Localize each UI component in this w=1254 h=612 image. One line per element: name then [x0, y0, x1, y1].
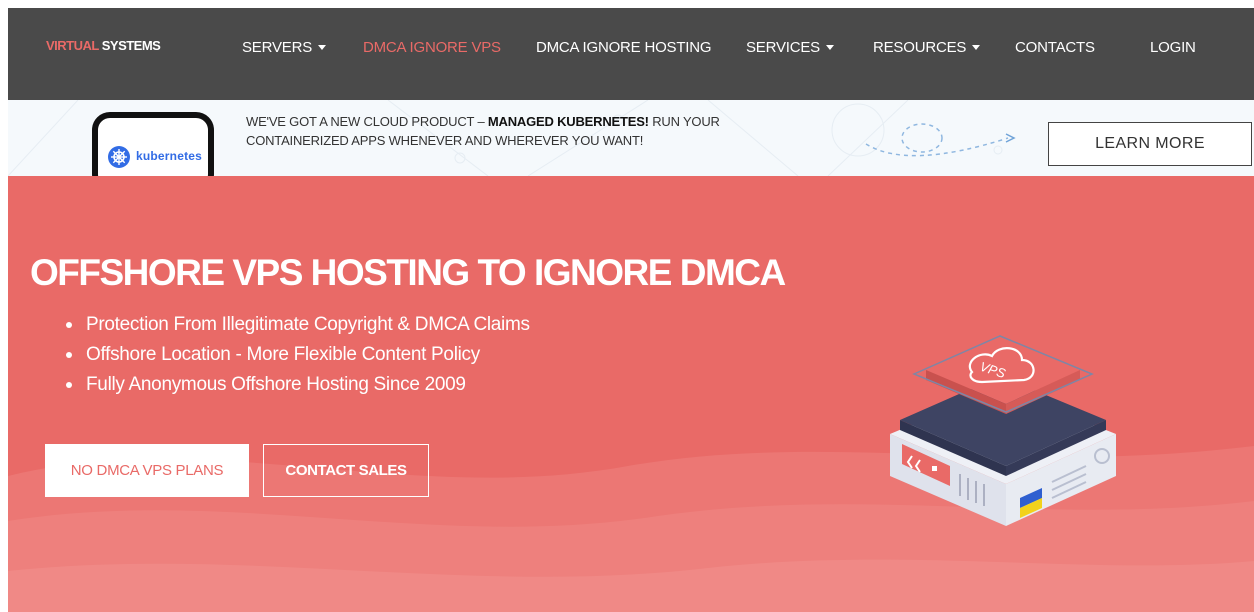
hero-feature-list: Protection From Illegitimate Copyright &… — [64, 310, 530, 400]
site-logo[interactable]: VIRTUAL SYSTEMS — [46, 38, 161, 53]
feature-item: Offshore Location - More Flexible Conten… — [64, 340, 530, 370]
page: VIRTUAL SYSTEMS SERVERS DMCA IGNORE VPS … — [8, 8, 1254, 612]
kubernetes-wheel-icon — [108, 146, 130, 168]
feature-item: Fully Anonymous Offshore Hosting Since 2… — [64, 370, 530, 400]
vps-server-illustration: VPS — [890, 335, 1116, 526]
nav-item-dmca-ignore-vps[interactable]: DMCA IGNORE VPS — [363, 39, 501, 56]
no-dmca-vps-plans-button[interactable]: NO DMCA VPS PLANS — [45, 444, 249, 497]
nav-item-resources[interactable]: RESOURCES — [873, 39, 981, 56]
kubernetes-label: kubernetes — [136, 149, 203, 163]
nav-item-contacts[interactable]: CONTACTS — [1015, 39, 1095, 56]
phone-illustration: kubernetes — [92, 112, 214, 176]
nav-item-dmca-ignore-hosting[interactable]: DMCA IGNORE HOSTING — [536, 39, 712, 56]
announcement-banner: kubernetes WE'VE GOT A NEW CLOUD PRODUCT… — [8, 100, 1254, 176]
nav-item-login[interactable]: LOGIN — [1150, 39, 1196, 56]
caret-down-icon — [826, 44, 834, 50]
contact-sales-button[interactable]: CONTACT SALES — [263, 444, 429, 497]
feature-item: Protection From Illegitimate Copyright &… — [64, 310, 530, 340]
hero-title: OFFSHORE VPS HOSTING TO IGNORE DMCA — [30, 252, 786, 293]
banner-message: WE'VE GOT A NEW CLOUD PRODUCT – MANAGED … — [246, 114, 720, 148]
hero-section: OFFSHORE VPS HOSTING TO IGNORE DMCA Prot… — [8, 176, 1254, 612]
top-nav: VIRTUAL SYSTEMS SERVERS DMCA IGNORE VPS … — [8, 8, 1254, 100]
caret-down-icon — [318, 44, 327, 50]
nav-item-servers[interactable]: SERVERS — [242, 39, 327, 56]
learn-more-button[interactable]: LEARN MORE — [1048, 122, 1252, 166]
caret-down-icon — [972, 44, 981, 50]
nav-item-services[interactable]: SERVICES — [746, 39, 834, 56]
